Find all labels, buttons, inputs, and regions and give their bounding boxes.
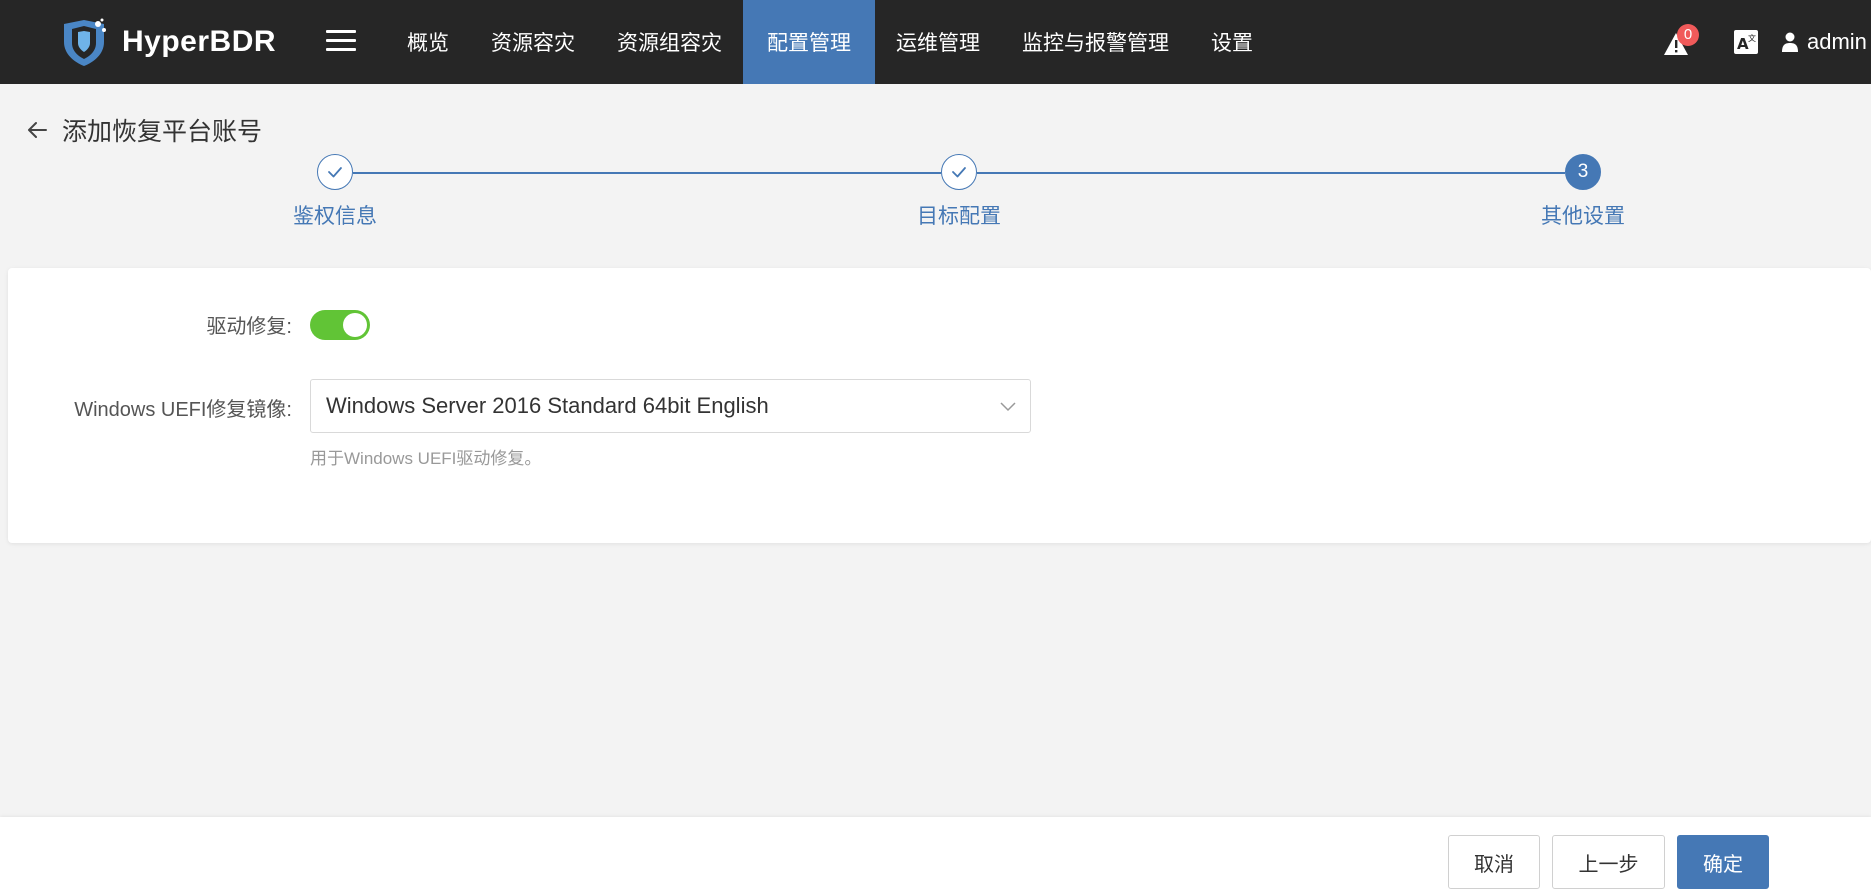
alerts-button[interactable]: 0	[1661, 22, 1699, 62]
nav-item-settings[interactable]: 设置	[1190, 0, 1274, 84]
app-logo[interactable]: HyperBDR	[58, 16, 276, 68]
user-icon	[1782, 32, 1798, 52]
page-title: 添加恢复平台账号	[62, 118, 263, 146]
page-header: 添加恢复平台账号	[26, 112, 262, 148]
nav-item-ops-management[interactable]: 运维管理	[875, 0, 1001, 84]
uefi-image-hint: 用于Windows UEFI驱动修复。	[310, 449, 542, 468]
cancel-button[interactable]: 取消	[1448, 835, 1540, 889]
uefi-image-value: Windows Server 2016 Standard 64bit Engli…	[326, 393, 769, 418]
driver-repair-label: 驱动修复:	[206, 316, 292, 338]
settings-form-card: 驱动修复: Windows UEFI修复镜像: Windows Server 2…	[8, 268, 1871, 543]
header-actions: 0 A 文 admin	[1661, 0, 1871, 84]
svg-text:文: 文	[1748, 33, 1756, 43]
app-name: HyperBDR	[122, 25, 277, 58]
back-arrow-icon[interactable]	[26, 119, 48, 141]
user-menu[interactable]: admin	[1781, 29, 1871, 55]
language-icon[interactable]: A 文	[1733, 29, 1759, 55]
step-3-label: 其他设置	[1541, 205, 1625, 228]
check-icon	[952, 167, 966, 178]
check-icon	[328, 167, 342, 178]
uefi-image-label: Windows UEFI修复镜像:	[74, 399, 292, 421]
nav-item-resource-group-dr[interactable]: 资源组容灾	[596, 0, 743, 84]
username: admin	[1807, 29, 1867, 54]
step-1-label: 鉴权信息	[293, 205, 377, 228]
top-navbar: HyperBDR 概览 资源容灾 资源组容灾 配置管理 运维管理 监控与报警管理…	[0, 0, 1871, 84]
step-2-label: 目标配置	[917, 205, 1001, 228]
step-connector	[353, 172, 941, 174]
nav-item-resource-dr[interactable]: 资源容灾	[470, 0, 596, 84]
driver-repair-toggle[interactable]	[310, 310, 370, 340]
step-2-circle	[941, 154, 977, 190]
step-1-circle	[317, 154, 353, 190]
main-nav: 概览 资源容灾 资源组容灾 配置管理 运维管理 监控与报警管理 设置	[386, 0, 1274, 84]
previous-step-button[interactable]: 上一步	[1552, 835, 1665, 889]
chevron-down-icon	[1000, 402, 1016, 412]
alert-count-badge: 0	[1677, 24, 1699, 46]
toggle-knob	[343, 313, 367, 337]
nav-item-config-management[interactable]: 配置管理	[743, 0, 875, 84]
step-indicator: 鉴权信息 目标配置 3 其他设置	[0, 152, 1871, 232]
confirm-button[interactable]: 确定	[1677, 835, 1769, 889]
step-3-circle: 3	[1565, 154, 1601, 190]
nav-item-overview[interactable]: 概览	[386, 0, 470, 84]
footer-actions: 取消 上一步 确定	[0, 817, 1871, 894]
nav-item-monitoring-alerts[interactable]: 监控与报警管理	[1001, 0, 1190, 84]
uefi-image-select[interactable]: Windows Server 2016 Standard 64bit Engli…	[310, 379, 1031, 433]
menu-toggle-icon[interactable]	[326, 24, 356, 58]
step-connector	[977, 172, 1565, 174]
shield-logo-icon	[64, 18, 106, 66]
